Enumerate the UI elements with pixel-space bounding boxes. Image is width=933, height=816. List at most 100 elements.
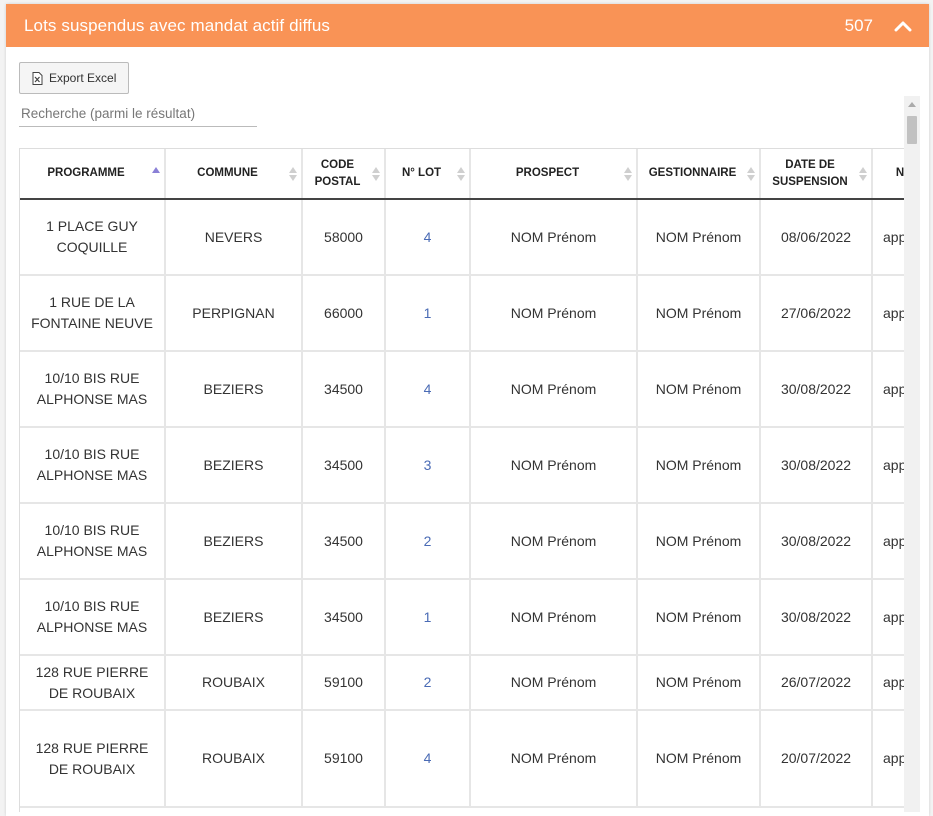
suspension-date-cell: 27/06/2022 [760, 275, 873, 352]
commune-cell: BEZIERS [165, 351, 303, 428]
suspension-date-cell: 30/08/2022 [760, 427, 873, 504]
export-excel-button[interactable]: Export Excel [19, 62, 130, 94]
column-header-label: DATE DE SUSPENSION [772, 158, 848, 188]
gestionnaire-cell: NOM Prénom [637, 503, 761, 580]
export-excel-label: Export Excel [49, 71, 117, 85]
column-header-label: N [895, 167, 904, 179]
table-row[interactable]: 1 PLACE GUY COQUILLE NEVERS 58000 4 NOM Prén… [20, 199, 904, 276]
sort-icon[interactable] [289, 166, 297, 181]
truncated-cell: app [872, 351, 904, 428]
table-row[interactable]: 10/10 BIS RUE ALPHONSE MAS BEZIERS 34500 1 N… [20, 579, 904, 656]
chevron-up-icon [894, 21, 912, 31]
prospect-cell: NOM Prénom [470, 710, 638, 808]
column-header-6[interactable]: DATE DE SUSPENSION [760, 149, 873, 200]
sort-icon[interactable] [859, 166, 867, 181]
commune-cell: BEZIERS [165, 427, 303, 504]
programme-cell: 128 RUE PIERRE DE ROUBAIX [20, 710, 166, 808]
sort-icon[interactable] [624, 166, 632, 181]
programme-cell: 10/10 BIS RUE ALPHONSE MAS [20, 503, 166, 580]
truncated-cell: app [872, 503, 904, 580]
gestionnaire-cell: NOM Prénom [637, 199, 761, 276]
prospect-cell: NOM Prénom [470, 351, 638, 428]
programme-cell: 1 RUE DE LA FONTAINE NEUVE [20, 275, 166, 352]
lot-number-cell[interactable]: 2 [385, 655, 471, 711]
column-header-7[interactable]: N [872, 149, 904, 200]
code-postal-cell: 34500 [302, 351, 386, 428]
truncated-cell: app [872, 275, 904, 352]
truncated-cell: app [872, 579, 904, 656]
column-header-4[interactable]: PROSPECT [470, 149, 638, 200]
toolbar: Export Excel [19, 62, 130, 94]
prospect-cell: NOM Prénom [470, 503, 638, 580]
prospect-cell: NOM Prénom [470, 655, 638, 711]
prospect-cell: NOM Prénom [470, 427, 638, 504]
gestionnaire-cell: NOM Prénom [637, 655, 761, 711]
table-row[interactable]: 1 RUE DE LA FONTAINE NEUVE PERPIGNAN 66000… [20, 275, 904, 352]
table-row[interactable]: 128 RUE PIERRE DE ROUBAIX ROUBAIX 59100 2 NO… [20, 655, 904, 711]
commune-cell: BEZIERS [165, 579, 303, 656]
lot-number-cell[interactable]: 1 [385, 275, 471, 352]
gestionnaire-cell: NOM Prénom [637, 427, 761, 504]
commune-cell: NEVERS [165, 199, 303, 276]
lot-number-cell[interactable]: 2 [385, 503, 471, 580]
results-table: PROGRAMME COMMUNE CODE POSTAL N° LOT PROSPEC… [20, 149, 904, 808]
code-postal-cell: 58000 [302, 199, 386, 276]
programme-cell: 128 RUE PIERRE DE ROUBAIX [20, 655, 166, 711]
scroll-thumb[interactable] [907, 116, 917, 144]
gestionnaire-cell: NOM Prénom [637, 710, 761, 808]
lot-number-cell[interactable]: 1 [385, 579, 471, 656]
result-count: 507 [844, 15, 873, 35]
results-table-container: PROGRAMME COMMUNE CODE POSTAL N° LOT PROSPEC… [19, 148, 904, 812]
column-header-3[interactable]: N° LOT [385, 149, 471, 200]
commune-cell: ROUBAIX [165, 655, 303, 711]
truncated-cell: app [872, 710, 904, 808]
table-row[interactable]: 10/10 BIS RUE ALPHONSE MAS BEZIERS 34500 4 N… [20, 351, 904, 428]
table-row[interactable]: 10/10 BIS RUE ALPHONSE MAS BEZIERS 34500 3 N… [20, 427, 904, 504]
sort-icon[interactable] [747, 166, 755, 181]
column-header-5[interactable]: GESTIONNAIRE [637, 149, 761, 200]
column-header-label: N° LOT [401, 167, 442, 179]
excel-file-icon [32, 71, 43, 85]
gestionnaire-cell: NOM Prénom [637, 275, 761, 352]
panel-header[interactable]: Lots suspendus avec mandat actif diffus … [6, 4, 929, 47]
collapse-button[interactable] [891, 14, 915, 38]
suspension-date-cell: 30/08/2022 [760, 579, 873, 656]
sort-icon[interactable] [457, 166, 465, 181]
suspension-date-cell: 26/07/2022 [760, 655, 873, 711]
column-header-label: GESTIONNAIRE [648, 167, 737, 179]
programme-cell: 10/10 BIS RUE ALPHONSE MAS [20, 579, 166, 656]
column-header-label: CODE POSTAL [314, 158, 361, 188]
sort-icon[interactable] [372, 166, 380, 181]
code-postal-cell: 34500 [302, 579, 386, 656]
commune-cell: BEZIERS [165, 503, 303, 580]
gestionnaire-cell: NOM Prénom [637, 579, 761, 656]
prospect-cell: NOM Prénom [470, 275, 638, 352]
commune-cell: ROUBAIX [165, 710, 303, 808]
code-postal-cell: 34500 [302, 503, 386, 580]
column-header-2[interactable]: CODE POSTAL [302, 149, 386, 200]
truncated-cell: app [872, 427, 904, 504]
scroll-up-arrow-icon[interactable] [908, 102, 916, 107]
search-input[interactable] [19, 100, 257, 127]
vertical-scrollbar[interactable] [904, 96, 920, 812]
code-postal-cell: 59100 [302, 710, 386, 808]
column-header-0[interactable]: PROGRAMME [20, 149, 166, 200]
lot-number-cell[interactable]: 4 [385, 351, 471, 428]
suspension-date-cell: 08/06/2022 [760, 199, 873, 276]
programme-cell: 10/10 BIS RUE ALPHONSE MAS [20, 427, 166, 504]
sort-icon[interactable] [152, 166, 160, 181]
lot-number-cell[interactable]: 4 [385, 199, 471, 276]
lot-number-cell[interactable]: 3 [385, 427, 471, 504]
column-header-1[interactable]: COMMUNE [165, 149, 303, 200]
table-row[interactable]: 10/10 BIS RUE ALPHONSE MAS BEZIERS 34500 2 N… [20, 503, 904, 580]
suspension-date-cell: 30/08/2022 [760, 351, 873, 428]
programme-cell: 1 PLACE GUY COQUILLE [20, 199, 166, 276]
column-header-label: PROGRAMME [47, 167, 125, 179]
prospect-cell: NOM Prénom [470, 199, 638, 276]
code-postal-cell: 66000 [302, 275, 386, 352]
lot-number-cell[interactable]: 4 [385, 710, 471, 808]
column-header-label: COMMUNE [197, 167, 258, 179]
truncated-cell: app [872, 199, 904, 276]
table-row[interactable]: 128 RUE PIERRE DE ROUBAIX ROUBAIX 59100 4 NO… [20, 710, 904, 808]
suspension-date-cell: 20/07/2022 [760, 710, 873, 808]
